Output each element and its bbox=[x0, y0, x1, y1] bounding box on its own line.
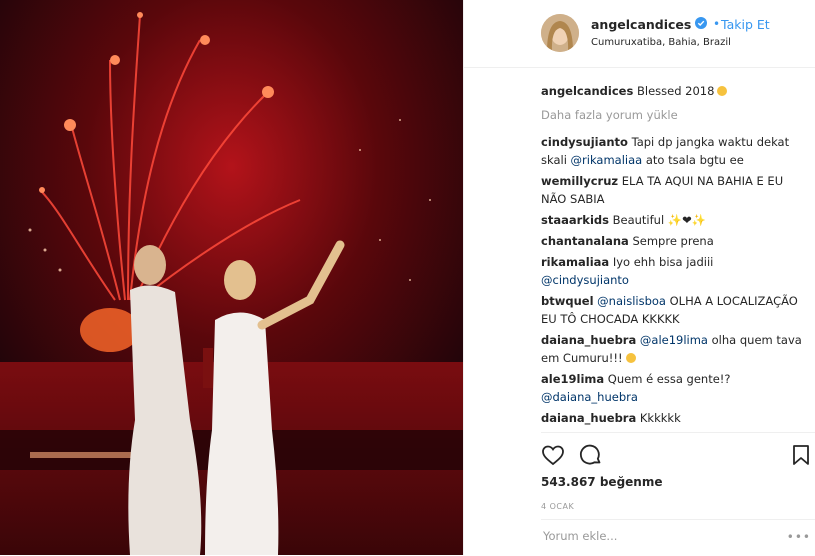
comment-text: Kkkkkk bbox=[639, 411, 681, 425]
username-link[interactable]: angelcandices bbox=[591, 17, 691, 32]
comment-mention[interactable]: @ale19lima bbox=[640, 333, 708, 347]
post-actions: 543.867 beğenme 4 OCAK ••• bbox=[541, 432, 815, 555]
avatar[interactable] bbox=[541, 14, 579, 52]
caption-text: Blessed 2018 bbox=[636, 84, 715, 98]
comment-username[interactable]: btwquel bbox=[541, 294, 594, 308]
follow-separator: • bbox=[713, 17, 721, 31]
comment-username[interactable]: daiana_huebra bbox=[541, 411, 636, 425]
comment-username[interactable]: cindysujianto bbox=[541, 135, 628, 149]
comment-mention[interactable]: @naislisboa bbox=[597, 294, 666, 308]
post-date: 4 OCAK bbox=[541, 502, 575, 511]
more-options-icon[interactable]: ••• bbox=[787, 530, 811, 544]
caption: angelcandices Blessed 2018 bbox=[541, 82, 803, 100]
verified-badge-icon bbox=[695, 17, 707, 29]
comment-mention[interactable]: @daiana_huebra bbox=[541, 390, 638, 404]
sun-emoji-icon bbox=[717, 86, 728, 96]
comment-item: btwquel @naislisboa OLHA A LOCALIZAÇÃO E… bbox=[541, 292, 803, 328]
comment-item: daiana_huebra Kkkkkk bbox=[541, 409, 803, 427]
fireworks-photo bbox=[0, 0, 463, 555]
location-link[interactable]: Cumuruxatiba, Bahia, Brazil bbox=[591, 37, 731, 48]
comments-list[interactable]: angelcandices Blessed 2018 Daha fazla yo… bbox=[541, 82, 803, 432]
surprised-emoji-icon bbox=[626, 353, 637, 363]
comment-username[interactable]: wemillycruz bbox=[541, 174, 618, 188]
post-header: angelcandices • Takip Et Cumuruxatiba, B… bbox=[464, 0, 815, 68]
comment-text: Iyo ehh bisa jadiii bbox=[612, 255, 714, 269]
comment-item: wemillycruz ELA TA AQUI NA BAHIA E EU NÃ… bbox=[541, 172, 803, 208]
comment-item: cindysujianto Tapi dp jangka waktu dekat… bbox=[541, 133, 803, 169]
caption-username[interactable]: angelcandices bbox=[541, 84, 633, 98]
comment-text: Quem é essa gente!? bbox=[607, 372, 731, 386]
heart-icon[interactable] bbox=[541, 443, 565, 467]
comment-item: staaarkids Beautiful ✨❤✨ bbox=[541, 211, 803, 229]
comment-text: Beautiful ✨❤✨ bbox=[612, 213, 707, 227]
comment-username[interactable]: staaarkids bbox=[541, 213, 609, 227]
comment-input[interactable] bbox=[541, 528, 775, 544]
post-sidebar: angelcandices • Takip Et Cumuruxatiba, B… bbox=[464, 0, 815, 555]
comment-item: ale19lima Quem é essa gente!? @daiana_hu… bbox=[541, 370, 803, 406]
comment-username[interactable]: daiana_huebra bbox=[541, 333, 636, 347]
comment-text: Sempre prena bbox=[632, 234, 714, 248]
comment-mention[interactable]: @cindysujianto bbox=[541, 273, 629, 287]
comment-username[interactable]: chantanalana bbox=[541, 234, 629, 248]
comment-bubble-icon[interactable] bbox=[579, 443, 603, 467]
add-comment-bar: ••• bbox=[541, 519, 815, 556]
comment-username[interactable]: rikamaliaa bbox=[541, 255, 609, 269]
comment-item: rikamaliaa Iyo ehh bisa jadiii @cindysuj… bbox=[541, 253, 803, 289]
follow-button[interactable]: Takip Et bbox=[721, 17, 770, 32]
instagram-post: angelcandices • Takip Et Cumuruxatiba, B… bbox=[0, 0, 815, 555]
load-more-comments-button[interactable]: Daha fazla yorum yükle bbox=[541, 106, 803, 124]
post-photo[interactable] bbox=[0, 0, 463, 555]
comment-item: chantanalana Sempre prena bbox=[541, 232, 803, 250]
comment-item: daiana_huebra @ale19lima olha quem tava … bbox=[541, 331, 803, 367]
comment-text-end: ato tsala bgtu ee bbox=[642, 153, 744, 167]
comment-username[interactable]: ale19lima bbox=[541, 372, 604, 386]
avatar-image bbox=[541, 14, 579, 52]
comment-mention[interactable]: @rikamaliaa bbox=[571, 153, 643, 167]
likes-count[interactable]: 543.867 beğenme bbox=[541, 475, 662, 489]
bookmark-icon[interactable] bbox=[789, 443, 813, 467]
